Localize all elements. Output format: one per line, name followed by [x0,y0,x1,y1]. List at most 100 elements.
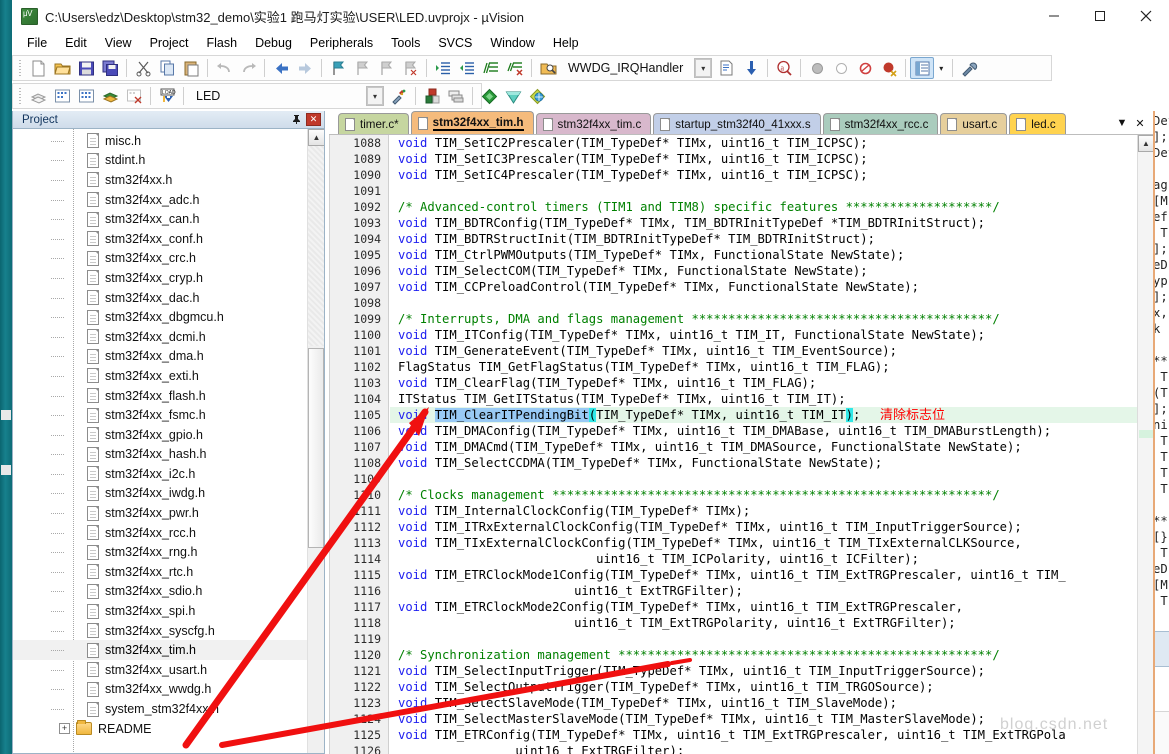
tree-item-stm32f4xx-h[interactable]: stm32f4xx.h [13,170,307,190]
code-line[interactable] [390,631,1153,647]
configure-icon[interactable] [957,57,981,79]
toolbar-grip[interactable] [17,58,24,78]
code-line[interactable]: void TIM_SelectInputTrigger(TIM_TypeDef*… [390,663,1153,679]
uncomment-icon[interactable] [503,57,527,79]
manage-project-items-icon[interactable] [420,85,444,107]
toolbar-grip[interactable] [17,86,24,106]
code-line[interactable]: void TIM_SelectCOM(TIM_TypeDef* TIMx, Fu… [390,263,1153,279]
menu-item-tools[interactable]: Tools [382,34,429,52]
tree-item-readme[interactable]: + README [13,719,307,739]
scroll-up-arrow[interactable]: ▲ [308,129,324,146]
chevron-down-icon[interactable]: ▾ [367,87,383,105]
code-line[interactable]: uint16_t ExtTRGFilter); [390,583,1153,599]
new-file-icon[interactable] [26,57,50,79]
code-line[interactable]: void TIM_SetIC2Prescaler(TIM_TypeDef* TI… [390,135,1153,151]
code-line[interactable]: void TIM_ETRClockMode1Config(TIM_TypeDef… [390,567,1153,583]
breakpoint-disable-all-icon[interactable] [877,57,901,79]
menu-item-view[interactable]: View [96,34,141,52]
close-icon[interactable]: ✕ [1131,114,1149,132]
code-line[interactable]: /* Synchronization management **********… [390,647,1153,663]
tree-item-stm32f4xx-cryp-h[interactable]: stm32f4xx_cryp.h [13,268,307,288]
scroll-track[interactable] [308,146,324,346]
scroll-up-arrow[interactable]: ▲ [1138,135,1153,152]
copy-icon[interactable] [155,57,179,79]
minimize-button[interactable] [1031,0,1077,32]
code-line[interactable]: void TIM_DMAConfig(TIM_TypeDef* TIMx, ui… [390,423,1153,439]
insert-file-icon[interactable] [715,57,739,79]
download-icon[interactable]: LOAD [155,85,179,107]
code-line[interactable]: void TIM_SelectMasterSlaveMode(TIM_TypeD… [390,711,1153,727]
code-line[interactable]: /* Advanced-control timers (TIM1 and TIM… [390,199,1153,215]
redo-icon[interactable] [236,57,260,79]
menu-item-svcs[interactable]: SVCS [429,34,481,52]
debug-step-icon[interactable] [739,57,763,79]
code-line[interactable]: void TIM_ITConfig(TIM_TypeDef* TIMx, uin… [390,327,1153,343]
target-selector-value[interactable]: LED [188,89,363,103]
translate-icon[interactable] [26,85,50,107]
breakpoint-kill-icon[interactable] [853,57,877,79]
tree-item-stm32f4xx-gpio-h[interactable]: stm32f4xx_gpio.h [13,425,307,445]
editor-tab-stm32f4xx-tim-h[interactable]: stm32f4xx_tim.h [410,111,534,134]
tree-item-stm32f4xx-hash-h[interactable]: stm32f4xx_hash.h [13,445,307,465]
code-line[interactable]: void TIM_SetIC4Prescaler(TIM_TypeDef* TI… [390,167,1153,183]
editor-tab-timer-c-[interactable]: timer.c* [338,113,409,134]
comment-icon[interactable] [479,57,503,79]
tree-item-stm32f4xx-tim-h[interactable]: stm32f4xx_tim.h [13,640,307,661]
code-line[interactable]: void TIM_ClearFlag(TIM_TypeDef* TIMx, ui… [390,375,1153,391]
stop-build-icon[interactable] [122,85,146,107]
code-lines[interactable]: void TIM_SetIC2Prescaler(TIM_TypeDef* TI… [390,135,1153,754]
code-line[interactable]: void TIM_TIxExternalClockConfig(TIM_Type… [390,535,1153,551]
tree-item-stdint-h[interactable]: stdint.h [13,151,307,171]
code-line[interactable]: uint16_t TIM_ExtTRGPolarity, uint16_t Ex… [390,615,1153,631]
code-line[interactable]: void TIM_GenerateEvent(TIM_TypeDef* TIMx… [390,343,1153,359]
menu-item-peripherals[interactable]: Peripherals [301,34,382,52]
configure-components-icon[interactable] [477,85,501,107]
find-in-files-icon[interactable] [536,57,560,79]
window-layout-icon[interactable] [910,57,935,79]
code-line[interactable]: FlagStatus TIM_GetFlagStatus(TIM_TypeDef… [390,359,1153,375]
outdent-icon[interactable] [455,57,479,79]
code-line[interactable]: /* Clocks management *******************… [390,487,1153,503]
code-line[interactable]: void TIM_BDTRStructInit(TIM_BDTRInitType… [390,231,1153,247]
menu-item-debug[interactable]: Debug [246,34,301,52]
close-button[interactable] [1123,0,1169,32]
rebuild-icon[interactable] [74,85,98,107]
code-line[interactable]: void TIM_ClearITPendingBit(TIM_TypeDef* … [390,407,1153,423]
tree-item-stm32f4xx-crc-h[interactable]: stm32f4xx_crc.h [13,249,307,269]
close-icon[interactable]: ✕ [306,113,321,126]
tree-item-stm32f4xx-adc-h[interactable]: stm32f4xx_adc.h [13,190,307,210]
menu-item-help[interactable]: Help [544,34,588,52]
expander-icon[interactable]: + [59,723,70,735]
tree-item-misc-h[interactable]: misc.h [13,131,307,151]
code-line[interactable] [390,295,1153,311]
code-line[interactable]: void TIM_SelectOutputTrigger(TIM_TypeDef… [390,679,1153,695]
tree-item-stm32f4xx-dcmi-h[interactable]: stm32f4xx_dcmi.h [13,327,307,347]
save-icon[interactable] [74,57,98,79]
bookmark-next-icon[interactable] [374,57,398,79]
code-line[interactable]: void TIM_SelectCCDMA(TIM_TypeDef* TIMx, … [390,455,1153,471]
tree-item-stm32f4xx-iwdg-h[interactable]: stm32f4xx_iwdg.h [13,484,307,504]
tree-item-stm32f4xx-can-h[interactable]: stm32f4xx_can.h [13,209,307,229]
code-line[interactable]: void TIM_InternalClockConfig(TIM_TypeDef… [390,503,1153,519]
menu-item-project[interactable]: Project [141,34,198,52]
tree-item-stm32f4xx-flash-h[interactable]: stm32f4xx_flash.h [13,386,307,406]
breakpoint-icon[interactable] [805,57,829,79]
chevron-down-icon[interactable]: ▼ [1113,114,1131,132]
code-line[interactable]: void TIM_CCPreloadControl(TIM_TypeDef* T… [390,279,1153,295]
bookmark-prev-icon[interactable] [350,57,374,79]
tree-item-stm32f4xx-fsmc-h[interactable]: stm32f4xx_fsmc.h [13,405,307,425]
navigate-back-icon[interactable] [269,57,293,79]
code-line[interactable] [390,471,1153,487]
code-line[interactable]: void TIM_ETRClockMode2Config(TIM_TypeDef… [390,599,1153,615]
cut-icon[interactable] [131,57,155,79]
undo-icon[interactable] [212,57,236,79]
navigate-forward-icon[interactable] [293,57,317,79]
code-line[interactable]: uint16_t TIM_ICPolarity, uint16_t ICFilt… [390,551,1153,567]
pack-installer-icon[interactable] [501,85,525,107]
breakpoint-disable-icon[interactable] [829,57,853,79]
code-editor[interactable]: 1088 1089 1090 1091 1092 1093 1094 1095 1096 1097… [329,135,1153,754]
menu-item-window[interactable]: Window [481,34,543,52]
tree-item-stm32f4xx-i2c-h[interactable]: stm32f4xx_i2c.h [13,464,307,484]
find-icon[interactable]: a [772,57,796,79]
pin-icon[interactable] [289,113,303,127]
